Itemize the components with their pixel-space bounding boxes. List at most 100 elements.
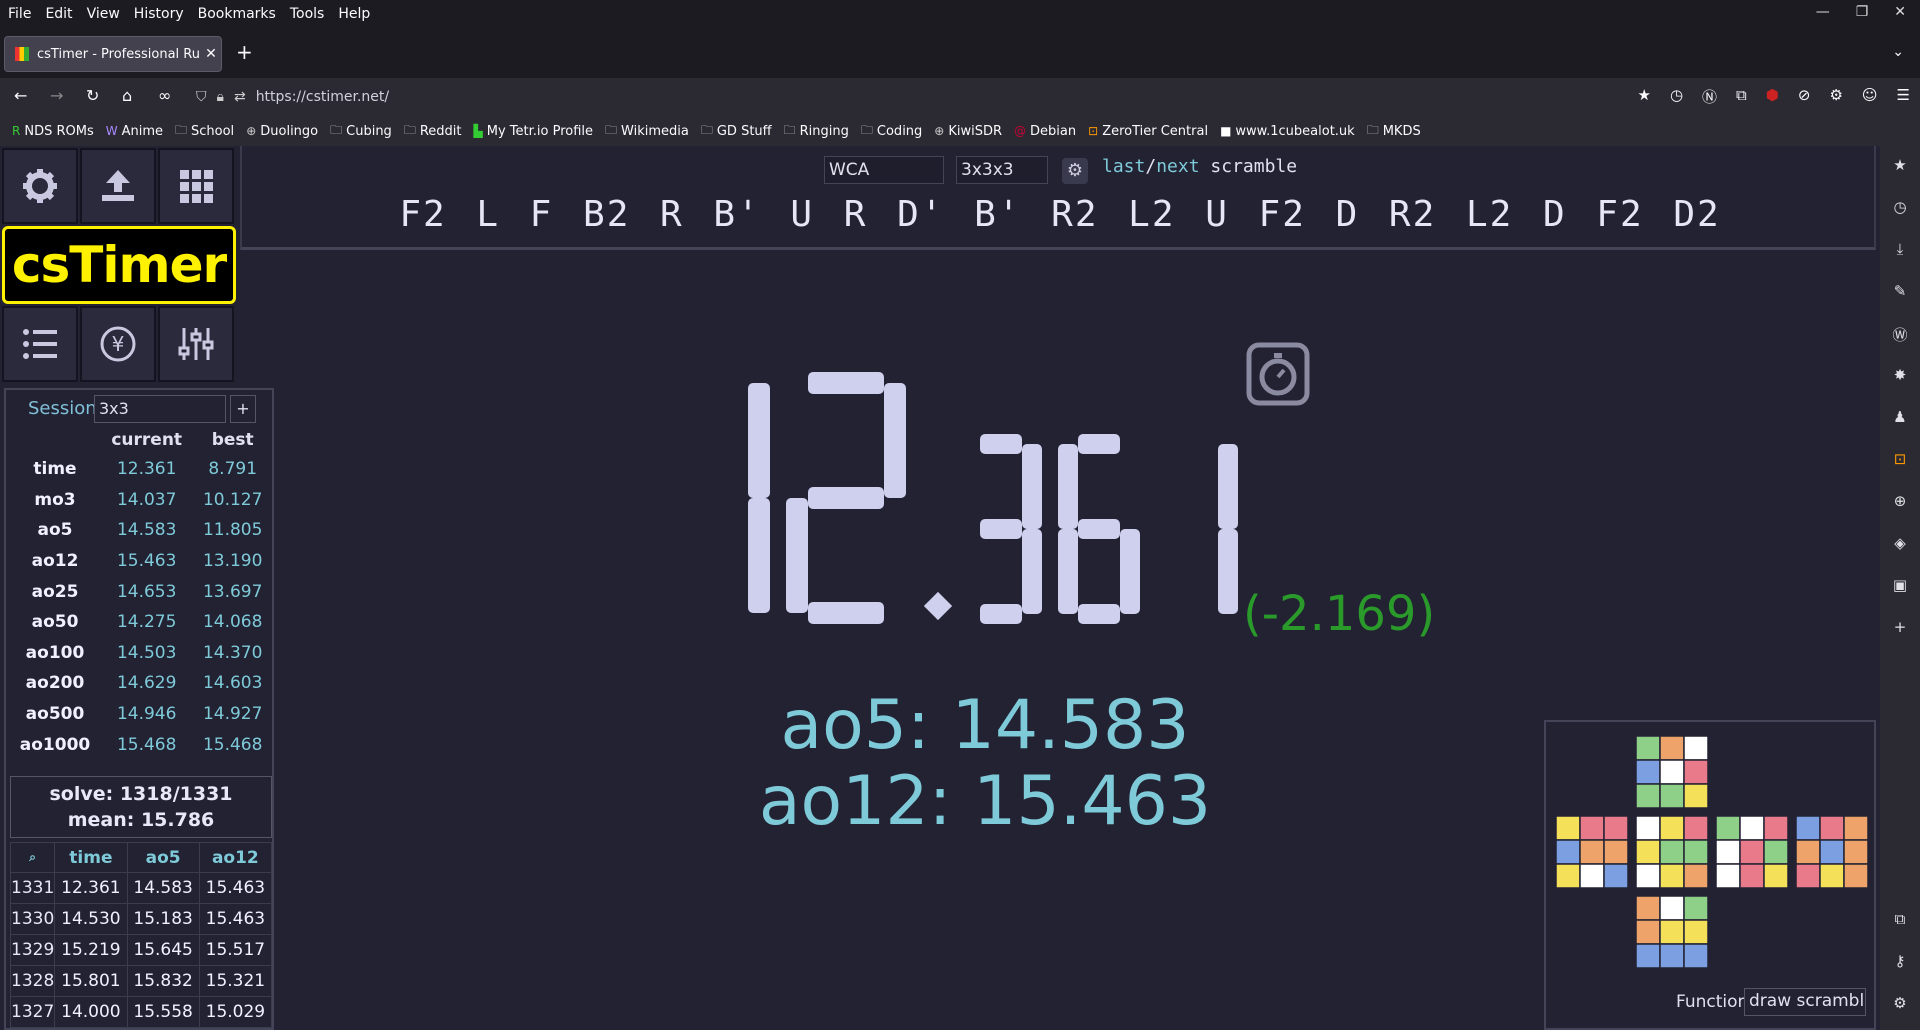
stat-current[interactable]: 14.629 [100, 668, 193, 699]
bookmark-item[interactable]: ■ www.1cubealot.uk [1220, 124, 1355, 139]
menu-file[interactable]: File [8, 6, 31, 22]
solve-time[interactable]: 14.000 [54, 996, 128, 1028]
solve-ao12[interactable]: 15.029 [198, 996, 273, 1028]
ao12-average[interactable]: ao12: 15.463 [740, 762, 1230, 841]
function-select[interactable]: draw scramble [1744, 988, 1866, 1016]
export-button[interactable] [80, 148, 156, 224]
stat-current[interactable]: 14.653 [100, 576, 193, 607]
add-panel-icon[interactable]: + [1890, 618, 1910, 638]
bookmark-item[interactable]: ⊕ KiwiSDR [934, 124, 1002, 139]
stat-current[interactable]: 14.946 [100, 699, 193, 730]
solve-ao12[interactable]: 15.321 [198, 965, 273, 997]
menu-tools[interactable]: Tools [290, 6, 325, 22]
timer-display[interactable] [650, 370, 1250, 630]
bookmark-item[interactable]: 🗀 Wikimedia [605, 121, 689, 142]
session-summary[interactable]: solve: 1318/1331 mean: 15.786 [10, 776, 272, 838]
history-icon[interactable]: ◷ [1890, 198, 1910, 218]
solve-time[interactable]: 12.361 [54, 872, 128, 904]
bookmark-item[interactable]: 🗀 GD Stuff [701, 121, 772, 142]
home-icon[interactable]: ⌂ [122, 86, 132, 105]
table-row[interactable]: 1328 15.801 15.832 15.321 [9, 965, 273, 997]
cstimer-icon[interactable]: ▣ [1890, 576, 1910, 596]
last-scramble-link[interactable]: last [1102, 156, 1145, 177]
profile-avatar-icon[interactable]: ☺ [1862, 86, 1878, 107]
stat-best[interactable]: 14.603 [193, 668, 272, 699]
bookmark-item[interactable]: 🗀 Coding [861, 121, 922, 142]
table-row[interactable]: 1329 15.219 15.645 15.517 [9, 934, 273, 966]
extension-n-icon[interactable]: Ⓝ [1702, 86, 1717, 107]
extension-icon[interactable]: ⧉ [1890, 910, 1910, 930]
stat-best[interactable]: 14.068 [193, 607, 272, 638]
menu-history[interactable]: History [134, 6, 184, 22]
key-icon[interactable]: ⚷ [1890, 952, 1910, 972]
new-tab-icon[interactable]: + [236, 40, 253, 64]
bookmarks-star-icon[interactable]: ★ [1890, 156, 1910, 176]
back-icon[interactable]: ← [14, 86, 27, 105]
stat-current[interactable]: 15.463 [100, 546, 193, 577]
forward-icon[interactable]: → [50, 86, 63, 105]
ublock-icon[interactable]: ⬢ [1766, 86, 1779, 107]
downloads-icon[interactable]: ⤓ [1890, 240, 1910, 260]
solve-ao5[interactable]: 15.558 [126, 996, 200, 1028]
stopwatch-icon[interactable] [1246, 342, 1310, 406]
scramble-gear-icon[interactable]: ⚙ [1062, 158, 1088, 184]
reload-icon[interactable]: ↻ [86, 86, 99, 105]
pen-icon[interactable]: ✎ [1890, 282, 1910, 302]
bookmark-item[interactable]: ⊕ Duolingo [246, 124, 318, 139]
permissions-icon[interactable]: ⇄ [234, 89, 246, 105]
close-tab-icon[interactable]: ✕ [201, 46, 221, 62]
bookmark-item[interactable]: 🗀 Ringing [784, 121, 849, 142]
settings-icon[interactable]: ⚙ [1829, 86, 1842, 107]
tab-list-chevron-icon[interactable]: ⌄ [1892, 44, 1904, 60]
bookmark-item[interactable]: ⊡ ZeroTier Central [1088, 124, 1208, 139]
zerotier-icon[interactable]: ⊡ [1890, 450, 1910, 470]
sidebar-settings-icon[interactable]: ⚙ [1890, 994, 1910, 1014]
stat-current[interactable]: 14.037 [100, 485, 193, 516]
restore-icon[interactable]: ❐ [1856, 4, 1869, 20]
session-select[interactable]: 3x3 [94, 395, 226, 423]
globe-icon[interactable]: ⊕ [1890, 492, 1910, 512]
history-icon[interactable]: ◷ [1670, 86, 1683, 107]
lock-icon[interactable]: 🔒︎ [217, 89, 224, 105]
shield-icon[interactable]: ⛉ [196, 89, 207, 105]
url-text[interactable]: https://cstimer.net/ [256, 89, 389, 105]
reader-mask-icon[interactable]: ∞ [158, 86, 171, 105]
stat-current[interactable]: 12.361 [100, 454, 193, 485]
stat-best[interactable]: 10.127 [193, 485, 272, 516]
stat-best[interactable]: 13.190 [193, 546, 272, 577]
stat-best[interactable]: 14.370 [193, 638, 272, 669]
solve-ao5[interactable]: 15.832 [126, 965, 200, 997]
bookmark-item[interactable]: R NDS ROMs [12, 124, 94, 139]
stat-best[interactable]: 14.927 [193, 699, 272, 730]
solve-ao12[interactable]: 15.463 [198, 903, 273, 935]
stat-current[interactable]: 14.583 [100, 515, 193, 546]
table-row[interactable]: 1327 14.000 15.558 15.029 [9, 996, 273, 1028]
minimize-icon[interactable]: — [1816, 4, 1830, 20]
bookmark-item[interactable]: 🗀 School [175, 121, 234, 142]
solve-ao12[interactable]: 15.463 [198, 872, 273, 904]
menu-view[interactable]: View [87, 6, 120, 22]
add-session-button[interactable]: + [230, 395, 256, 423]
stat-best[interactable]: 11.805 [193, 515, 272, 546]
close-window-icon[interactable]: ✕ [1894, 4, 1906, 20]
options-sliders-button[interactable] [158, 306, 234, 382]
table-row[interactable]: 1330 14.530 15.183 15.463 [9, 903, 273, 935]
solve-ao5[interactable]: 15.645 [126, 934, 200, 966]
stats-button[interactable] [2, 306, 78, 382]
table-row[interactable]: 1331 12.361 14.583 15.463 [9, 872, 273, 904]
stat-current[interactable]: 14.503 [100, 638, 193, 669]
app-menu-icon[interactable]: ☰ [1897, 86, 1910, 107]
wikipedia-icon[interactable]: Ⓦ [1890, 324, 1910, 344]
tab-cstimer[interactable]: csTimer - Professional Rubik ✕ [4, 36, 222, 72]
stat-best[interactable]: 8.791 [193, 454, 272, 485]
solve-time[interactable]: 15.219 [54, 934, 128, 966]
menu-help[interactable]: Help [338, 6, 370, 22]
bookmark-star-icon[interactable]: ★ [1637, 86, 1650, 107]
scramble-type-select[interactable]: WCA [824, 156, 944, 184]
solve-ao5[interactable]: 15.183 [126, 903, 200, 935]
solve-time[interactable]: 14.530 [54, 903, 128, 935]
cube-icon[interactable]: ◈ [1890, 534, 1910, 554]
bookmark-item[interactable]: 🗀 Reddit [404, 121, 462, 142]
bookmark-item[interactable]: 🗀 Cubing [330, 121, 392, 142]
ao5-average[interactable]: ao5: 14.583 [740, 686, 1230, 765]
